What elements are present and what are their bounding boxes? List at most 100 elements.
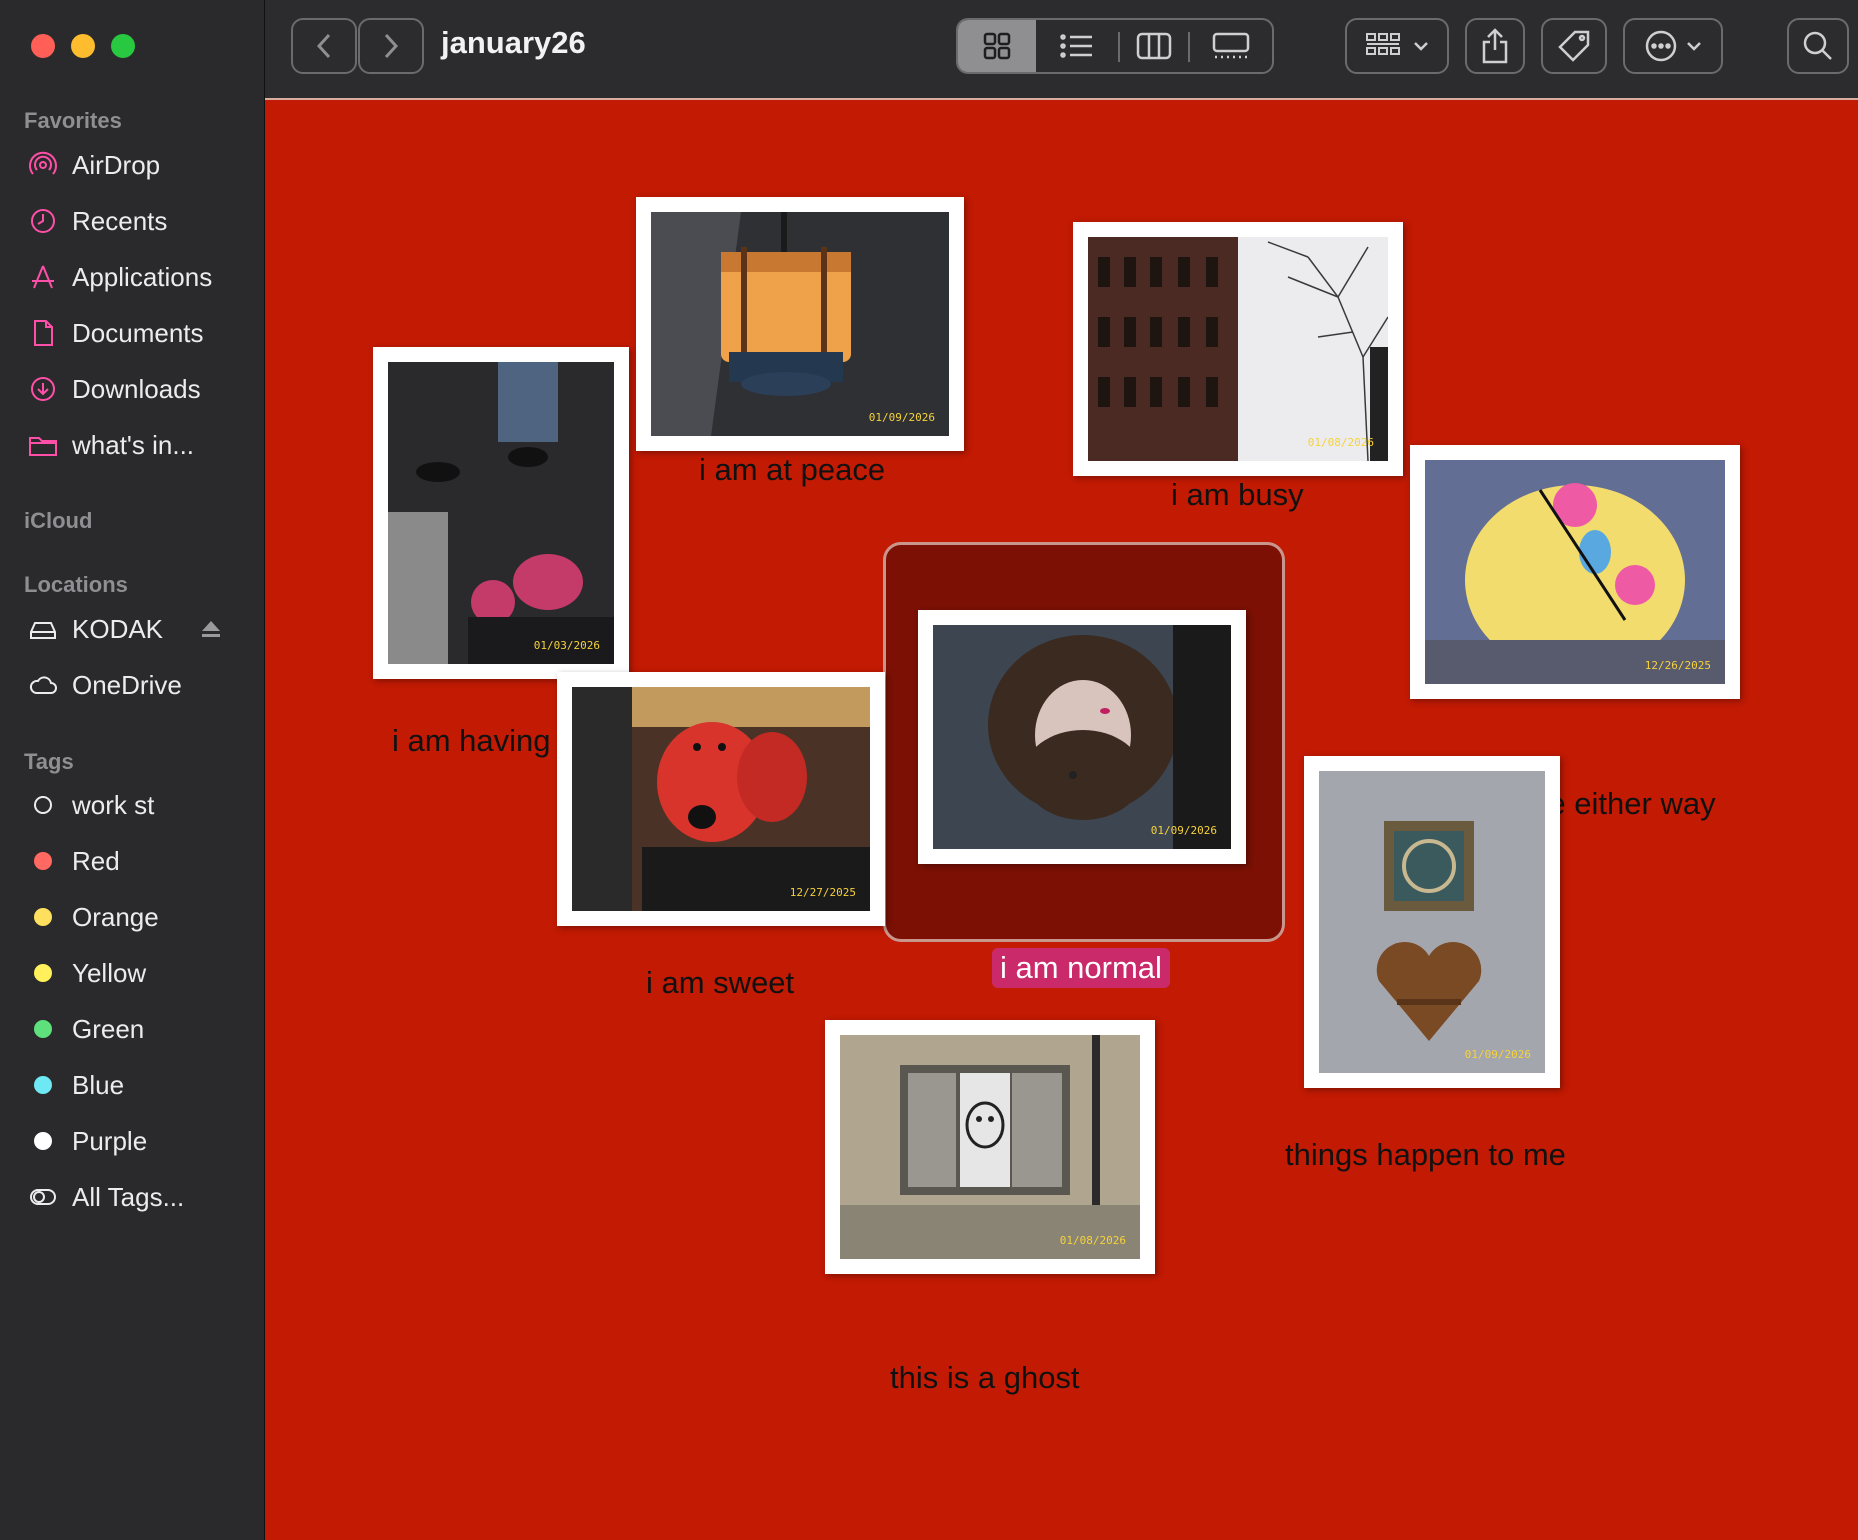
photo-thumbnail-building[interactable]: 01/08/2026: [1073, 222, 1403, 476]
sidebar-item-label: Purple: [72, 1125, 148, 1156]
chevron-right-icon: [384, 33, 399, 59]
sidebar-item-label: Blue: [72, 1069, 125, 1100]
sidebar-tag-work-st[interactable]: work st: [28, 785, 154, 825]
sidebar-tag-purple[interactable]: Purple: [28, 1121, 147, 1161]
icon-view-button[interactable]: [958, 20, 1036, 72]
close-button[interactable]: [31, 34, 55, 58]
photo-thumbnail-tile-heart[interactable]: 01/09/2026: [1304, 756, 1560, 1088]
photo-caption[interactable]: i am at peace: [699, 452, 885, 488]
photo-date-stamp: 12/26/2025: [1644, 659, 1711, 672]
drive-icon: [28, 614, 58, 644]
document-icon: [28, 318, 58, 348]
folder-icon: [28, 430, 58, 460]
list-view-button[interactable]: [1036, 20, 1118, 72]
sidebar-item-downloads[interactable]: Downloads: [28, 369, 201, 409]
building-image: [1088, 237, 1388, 461]
view-mode-control: [956, 18, 1274, 74]
gallery-view-button[interactable]: [1190, 20, 1272, 72]
search-button[interactable]: [1787, 18, 1849, 74]
toolbar: january26: [265, 0, 1858, 100]
chevron-down-icon: [1414, 42, 1428, 51]
chevron-left-icon: [316, 33, 331, 59]
sidebar-item-airdrop[interactable]: AirDrop: [28, 145, 160, 185]
sidebar-item-label: OneDrive: [72, 669, 182, 700]
ellipsis-icon: [1645, 30, 1677, 62]
clock-icon: [28, 206, 58, 236]
photo-thumbnail-red-plush[interactable]: 12/27/2025: [557, 672, 885, 926]
list-view-icon: [1060, 34, 1092, 58]
sidebar-tag-orange[interactable]: Orange: [28, 897, 159, 937]
photo-caption[interactable]: i am sweet: [646, 965, 794, 1001]
sidebar-tag-green[interactable]: Green: [28, 1009, 144, 1049]
sidebar-item-applications[interactable]: Applications: [28, 257, 212, 297]
section-icloud: iCloud: [24, 508, 93, 533]
column-view-button[interactable]: [1120, 20, 1188, 72]
photo-thumbnail-face[interactable]: 01/09/2026: [918, 610, 1246, 864]
sidebar-tag-yellow[interactable]: Yellow: [28, 953, 146, 993]
photo-date-stamp: 01/09/2026: [1150, 824, 1217, 837]
sidebar-tag-blue[interactable]: Blue: [28, 1065, 124, 1105]
download-icon: [28, 374, 58, 404]
face-image: [933, 625, 1231, 849]
back-button[interactable]: [291, 18, 357, 74]
sidebar-item-label: KODAK: [72, 613, 164, 644]
photo-caption[interactable]: things happen to me: [1285, 1137, 1566, 1173]
gallery-view-icon: [1212, 32, 1250, 59]
section-tags: Tags: [24, 749, 74, 774]
photo-thumbnail-lantern[interactable]: 01/09/2026: [636, 197, 964, 451]
tag-dot-icon: [34, 1020, 52, 1038]
section-locations: Locations: [24, 572, 128, 597]
sidebar-item-folder[interactable]: what's in...: [28, 425, 194, 465]
sidebar-item-documents[interactable]: Documents: [28, 313, 204, 353]
icon-view-icon: [983, 32, 1011, 60]
minimize-button[interactable]: [71, 34, 95, 58]
cloud-icon: [28, 670, 58, 700]
airdrop-icon: [28, 150, 58, 180]
sidebar-item-onedrive[interactable]: OneDrive: [28, 665, 182, 705]
group-icon: [1366, 33, 1400, 55]
group-button[interactable]: [1345, 18, 1449, 74]
selected-photo-caption[interactable]: i am normal: [992, 948, 1170, 988]
tag-dot-icon: [34, 1132, 52, 1150]
photo-thumbnail-ghost[interactable]: 01/08/2026: [825, 1020, 1155, 1274]
tag-dot-icon: [34, 1076, 52, 1094]
plush-image: [1425, 460, 1725, 684]
share-icon: [1482, 28, 1508, 64]
photo-thumbnail-shoes[interactable]: 01/03/2026: [373, 347, 629, 679]
sidebar-tag-red[interactable]: Red: [28, 841, 120, 881]
eject-icon[interactable]: [200, 618, 222, 640]
sidebar-item-label: AirDrop: [72, 149, 161, 180]
window-title: january26: [441, 25, 586, 60]
sidebar-item-label: Recents: [72, 205, 168, 236]
sidebar-item-label: what's in...: [72, 429, 195, 460]
photo-caption[interactable]: i am busy: [1171, 477, 1304, 513]
sidebar-item-label: work st: [72, 789, 155, 820]
red-plush-image: [572, 687, 870, 911]
shoes-image: [388, 362, 614, 664]
chevron-down-icon: [1687, 42, 1701, 51]
applications-icon: [28, 262, 58, 292]
column-view-icon: [1136, 32, 1172, 60]
sidebar-item-recents[interactable]: Recents: [28, 201, 167, 241]
photo-date-stamp: 01/09/2026: [1464, 1048, 1531, 1061]
sidebar-item-kodak[interactable]: KODAK: [28, 609, 163, 649]
sidebar-item-label: All Tags...: [72, 1181, 185, 1212]
sidebar-item-label: Documents: [72, 317, 204, 348]
sidebar-item-label: Yellow: [72, 957, 147, 988]
section-favorites: Favorites: [24, 108, 122, 133]
photo-date-stamp: 01/08/2026: [1307, 436, 1374, 449]
sidebar-item-label: Downloads: [72, 373, 201, 404]
photo-caption[interactable]: this is a ghost: [890, 1360, 1080, 1396]
zoom-button[interactable]: [111, 34, 135, 58]
more-actions-button[interactable]: [1623, 18, 1723, 74]
tag-button[interactable]: [1541, 18, 1607, 74]
share-button[interactable]: [1465, 18, 1525, 74]
forward-button[interactable]: [358, 18, 424, 74]
photo-date-stamp: 01/08/2026: [1059, 1234, 1126, 1247]
sidebar-tag-all[interactable]: All Tags...: [28, 1177, 184, 1217]
photo-date-stamp: 01/09/2026: [868, 411, 935, 424]
tile-heart-image: [1319, 771, 1545, 1073]
tag-dot-icon: [34, 852, 52, 870]
icon-view-canvas: 01/09/2026 i am at peace 01/08/2026 i am: [265, 100, 1858, 1540]
photo-thumbnail-plush[interactable]: 12/26/2025: [1410, 445, 1740, 699]
